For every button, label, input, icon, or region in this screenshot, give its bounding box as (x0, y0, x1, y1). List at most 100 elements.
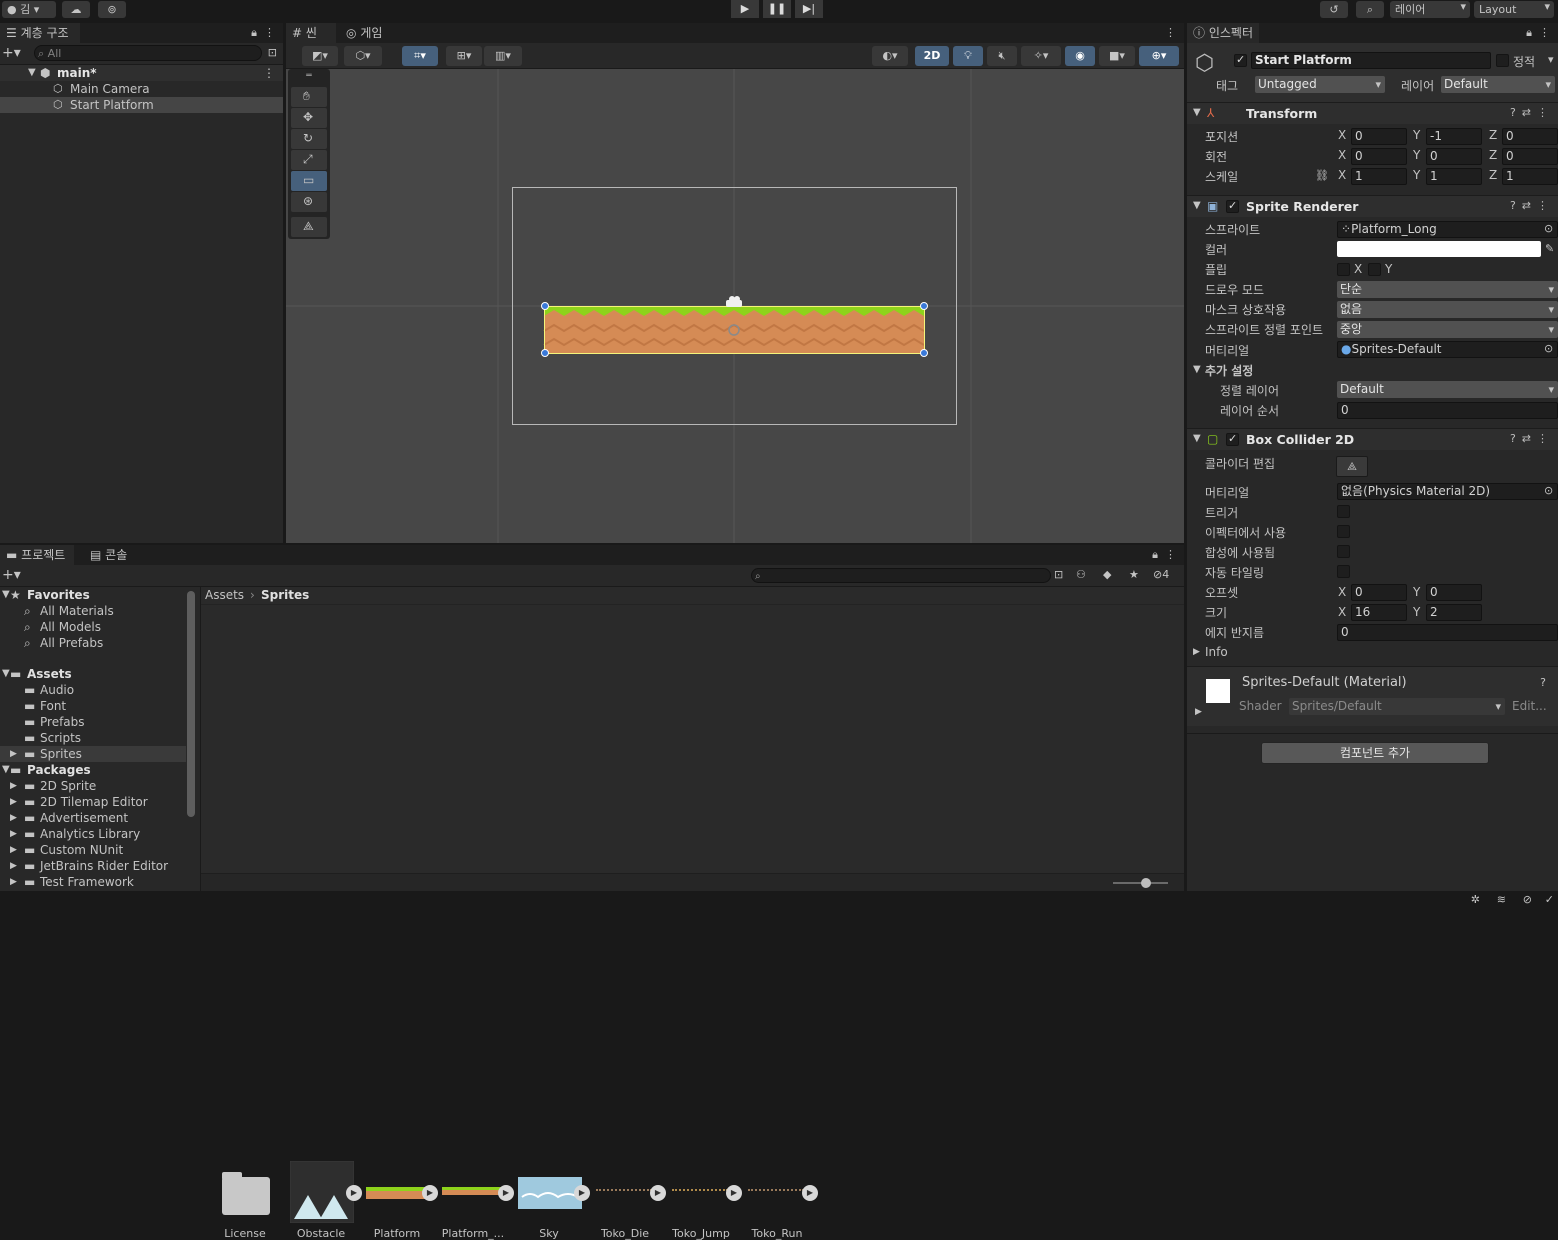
draw-mode-dropdown[interactable]: ◩▾ (302, 46, 338, 66)
edit-collider-button[interactable]: ⟁ (1336, 456, 1368, 477)
effects-dropdown[interactable]: ✧▾ (1021, 46, 1061, 66)
object-picker-icon[interactable]: ⊙ (1544, 222, 1553, 235)
rotate-tool[interactable]: ↻ (291, 129, 327, 149)
expand-arrow-icon[interactable]: ▼ (1193, 364, 1201, 375)
tree-scrollbar[interactable] (187, 591, 195, 817)
lock-icon[interactable]: 🔒︎ (251, 26, 257, 40)
folder-item[interactable]: ▬ Prefabs (0, 714, 198, 730)
transform-tool[interactable]: ⊛ (291, 192, 327, 212)
link-icon[interactable]: ⛓︎ (1315, 169, 1329, 182)
cloud-button[interactable]: ☁ (62, 1, 90, 18)
expand-arrow-icon[interactable]: ▶ (10, 858, 17, 874)
box-collider-header[interactable]: ▼ ▢ Box Collider 2D ?⇄⋮ (1187, 428, 1558, 450)
expand-arrow-icon[interactable]: ▶ (10, 746, 17, 762)
scene-viewport[interactable]: ═ ✋︎ ✥ ↻ ⤢ ▭ ⊛ ⟁ (286, 69, 1184, 543)
add-component-button[interactable]: 컴포넌트 추가 (1261, 742, 1489, 764)
chevron-down-icon[interactable]: ▾ (1548, 53, 1554, 66)
shader-edit-button[interactable]: Edit... (1512, 698, 1556, 715)
favorite-item[interactable]: ⌕ All Prefabs (0, 635, 198, 651)
sorting-layer-dropdown[interactable]: Default (1337, 381, 1558, 398)
layers-dropdown[interactable]: 레이어 ▾ (1390, 1, 1470, 18)
help-icon[interactable]: ? (1540, 676, 1546, 689)
object-picker-icon[interactable]: ⊙ (1544, 342, 1553, 355)
shading-dropdown[interactable]: ◐▾ (872, 46, 908, 66)
more-icon[interactable]: ⋮ (1165, 548, 1176, 561)
tab-console[interactable]: ▤ 콘솔 (84, 545, 144, 565)
position-z[interactable]: 0 (1502, 128, 1558, 145)
project-search-input[interactable]: ⌕ (751, 568, 1051, 583)
search-button[interactable]: ⌕ (1356, 1, 1384, 18)
expand-arrow-icon[interactable]: ▶ (1195, 707, 1202, 717)
folder-item[interactable]: ▬ Scripts (0, 730, 198, 746)
expand-sprite-icon[interactable]: ▶ (574, 1185, 590, 1201)
edge-radius-input[interactable]: 0 (1337, 624, 1558, 641)
rotation-z[interactable]: 0 (1502, 148, 1558, 165)
rotation-y[interactable]: 0 (1426, 148, 1482, 165)
eyedropper-icon[interactable]: ✎ (1545, 242, 1554, 255)
expand-arrow-icon[interactable]: ▼ (1193, 200, 1201, 211)
render-mode-dropdown[interactable]: ⬡▾ (344, 46, 382, 66)
favorites-header[interactable]: ▼ ★ Favorites (0, 587, 198, 603)
static-checkbox[interactable] (1496, 54, 1509, 67)
move-tool[interactable]: ✥ (291, 108, 327, 128)
more-icon[interactable]: ⋮ (1165, 26, 1176, 39)
sprite-renderer-enabled[interactable] (1226, 199, 1239, 213)
draw-mode-dropdown[interactable]: 단순 (1337, 281, 1558, 298)
expand-sprite-icon[interactable]: ▶ (346, 1185, 362, 1201)
folder-item-sprites[interactable]: ▶ ▬ Sprites (0, 746, 186, 762)
offset-x[interactable]: 0 (1351, 584, 1407, 601)
tab-inspector[interactable]: ⓘ 인스펙터 (1187, 23, 1259, 43)
progress-icon[interactable]: ⊘ (1523, 893, 1532, 906)
star-icon[interactable]: ★ (1129, 568, 1139, 581)
expand-arrow-icon[interactable]: ▼ (2, 762, 10, 778)
add-icon[interactable]: +▾ (2, 45, 21, 61)
expand-arrow-icon[interactable]: ▼ (2, 666, 10, 682)
lock-icon[interactable]: 🔒︎ (1152, 548, 1158, 562)
expand-sprite-icon[interactable]: ▶ (650, 1185, 666, 1201)
expand-sprite-icon[interactable]: ▶ (802, 1185, 818, 1201)
component-menu-icons[interactable]: ?⇄⋮ (1510, 199, 1554, 212)
shader-dropdown[interactable]: Sprites/Default (1289, 698, 1505, 715)
folder-item[interactable]: ▬ Font (0, 698, 198, 714)
custom-tool[interactable]: ⟁ (291, 217, 327, 237)
audio-toggle[interactable]: 🔇︎ (987, 46, 1017, 66)
layout-dropdown[interactable]: Layout ▾ (1474, 1, 1554, 18)
transform-header[interactable]: ▼ ⅄ Transform ?⇄⋮ (1187, 102, 1558, 124)
account-dropdown[interactable]: ● 김 ▾ (2, 1, 56, 18)
pause-button[interactable]: ❚❚ (763, 0, 791, 18)
expand-arrow-icon[interactable]: ▶ (10, 810, 17, 826)
filter-type-icon[interactable]: ⚇ (1076, 568, 1086, 581)
packages-header[interactable]: ▼ ▬ Packages (0, 762, 198, 778)
collab-button[interactable]: ⊚ (98, 1, 126, 18)
active-checkbox[interactable] (1234, 53, 1247, 67)
gizmos-dropdown[interactable]: ⊕▾ (1139, 46, 1179, 66)
more-icon[interactable]: ⋮ (264, 26, 275, 39)
sort-point-dropdown[interactable]: 중앙 (1337, 321, 1558, 338)
expand-arrow-icon[interactable]: ▶ (10, 778, 17, 794)
increment-snap-dropdown[interactable]: ▥▾ (484, 46, 522, 66)
add-icon[interactable]: +▾ (2, 567, 21, 583)
hierarchy-search-input[interactable]: ⌕ All (34, 45, 262, 61)
check-circle-icon[interactable]: ✓ (1545, 893, 1554, 906)
tag-dropdown[interactable]: Untagged (1255, 76, 1385, 93)
cache-icon[interactable]: ≋ (1497, 893, 1506, 906)
search-type-icon[interactable]: ⊡ (1054, 568, 1063, 581)
package-item[interactable]: ▶ ▬ JetBrains Rider Editor (0, 858, 198, 874)
snap-dropdown[interactable]: ⌗▾ (402, 46, 438, 66)
mask-interaction-dropdown[interactable]: 없음 (1337, 301, 1558, 318)
composite-checkbox[interactable] (1337, 545, 1350, 558)
package-item[interactable]: ▶ ▬ Custom NUnit (0, 842, 198, 858)
rect-tool[interactable]: ▭ (291, 171, 327, 191)
package-item[interactable]: ▶ ▬ 2D Tilemap Editor (0, 794, 198, 810)
folder-item[interactable]: ▬ Audio (0, 682, 198, 698)
layer-dropdown[interactable]: Default (1441, 76, 1555, 93)
breadcrumb-sprites[interactable]: Sprites (261, 588, 309, 602)
scale-z[interactable]: 1 (1502, 168, 1558, 185)
expand-arrow-icon[interactable]: ▶ (10, 874, 17, 890)
expand-arrow-icon[interactable]: ▼ (1193, 107, 1201, 118)
color-swatch[interactable] (1337, 241, 1541, 257)
flip-x-checkbox[interactable] (1337, 263, 1350, 276)
expand-arrow-icon[interactable]: ▶ (10, 794, 17, 810)
camera-dropdown[interactable]: ■▾ (1099, 46, 1135, 66)
component-menu-icons[interactable]: ?⇄⋮ (1510, 106, 1554, 119)
